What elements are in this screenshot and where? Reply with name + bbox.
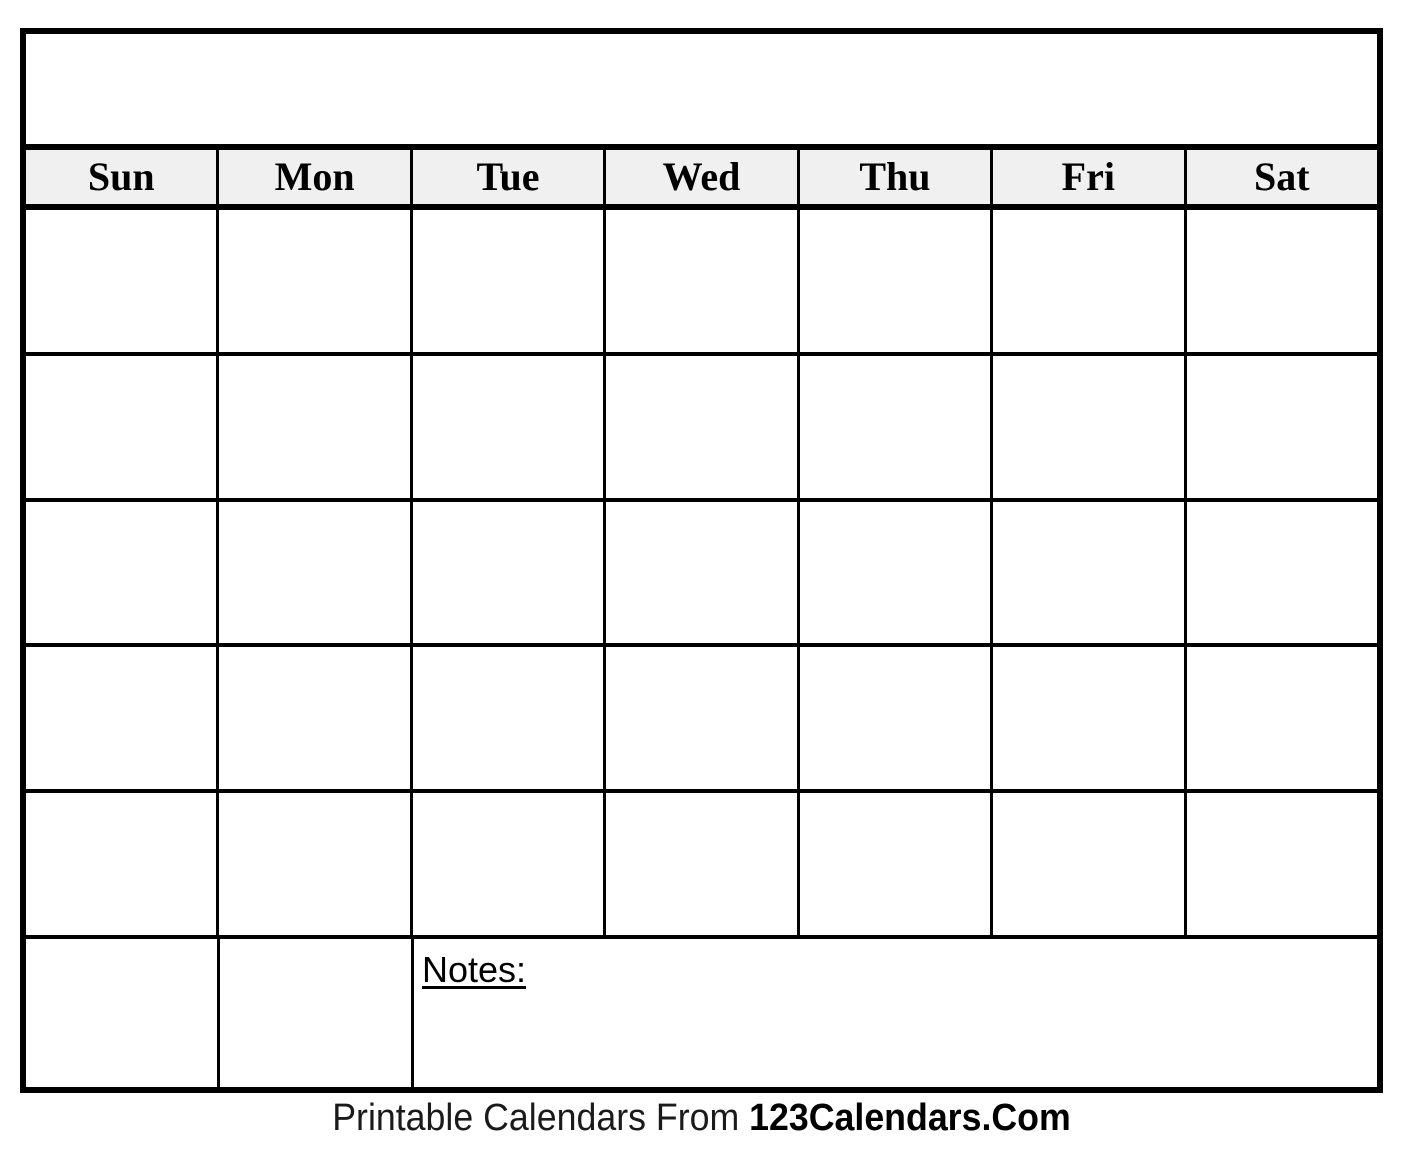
- day-cell[interactable]: [219, 501, 413, 644]
- day-cell[interactable]: [1186, 647, 1377, 790]
- day-cell[interactable]: [799, 647, 994, 790]
- notes-row: Notes:: [26, 938, 1377, 1087]
- day-cell[interactable]: [993, 647, 1187, 790]
- weekday-header-mon: Mon: [219, 150, 413, 204]
- day-cell[interactable]: [26, 647, 220, 790]
- weekday-header-row: Sun Mon Tue Wed Thu Fri Sat: [26, 150, 1377, 210]
- weekday-label: Fri: [1061, 154, 1115, 199]
- notes-area[interactable]: Notes:: [414, 938, 1377, 1087]
- weekday-header-fri: Fri: [993, 150, 1187, 204]
- notes-label: Notes:: [422, 948, 527, 990]
- calendar-page: Sun Mon Tue Wed Thu Fri Sat Notes: Print…: [0, 0, 1403, 1153]
- day-cell[interactable]: [1186, 210, 1377, 352]
- month-title-field[interactable]: [26, 34, 1377, 150]
- footer-prefix: Printable Calendars From: [332, 1097, 750, 1139]
- weekday-label: Sun: [87, 154, 155, 199]
- weekday-label: Wed: [662, 154, 741, 199]
- day-cell[interactable]: [606, 355, 800, 498]
- day-cell[interactable]: [799, 501, 994, 644]
- day-cell[interactable]: [26, 210, 220, 352]
- day-cell[interactable]: [1186, 501, 1377, 644]
- day-cell[interactable]: [219, 355, 413, 498]
- day-cell[interactable]: [412, 210, 607, 352]
- weekday-header-thu: Thu: [799, 150, 994, 204]
- weekday-header-sat: Sat: [1186, 150, 1377, 204]
- day-cell[interactable]: [220, 938, 414, 1087]
- weekday-header-sun: Sun: [26, 150, 220, 204]
- calendar-body: Notes:: [26, 210, 1377, 1087]
- day-cell[interactable]: [1186, 355, 1377, 498]
- day-cell[interactable]: [412, 793, 607, 935]
- day-cell[interactable]: [993, 793, 1187, 935]
- day-cell[interactable]: [26, 793, 220, 935]
- day-cell[interactable]: [606, 647, 800, 790]
- day-cell[interactable]: [219, 210, 413, 352]
- day-cell[interactable]: [26, 501, 220, 644]
- day-cell[interactable]: [412, 647, 607, 790]
- day-cell[interactable]: [993, 501, 1187, 644]
- day-cell[interactable]: [26, 938, 220, 1087]
- day-cell[interactable]: [219, 793, 413, 935]
- calendar-grid: Sun Mon Tue Wed Thu Fri Sat Notes:: [20, 28, 1383, 1093]
- weekday-header-tue: Tue: [412, 150, 607, 204]
- day-cell[interactable]: [799, 793, 994, 935]
- day-cell[interactable]: [26, 355, 220, 498]
- weekday-label: Sat: [1253, 154, 1310, 199]
- day-cell[interactable]: [799, 355, 994, 498]
- footer-brand: 123Calendars.Com: [749, 1097, 1071, 1139]
- weekday-label: Tue: [476, 154, 540, 199]
- weekday-label: Mon: [274, 154, 355, 199]
- day-cell[interactable]: [606, 501, 800, 644]
- day-cell[interactable]: [1186, 793, 1377, 935]
- weekday-header-wed: Wed: [606, 150, 800, 204]
- week-row: [26, 647, 1377, 794]
- day-cell[interactable]: [993, 355, 1187, 498]
- week-row: [26, 210, 1377, 356]
- weekday-label: Thu: [859, 154, 931, 199]
- day-cell[interactable]: [606, 793, 800, 935]
- day-cell[interactable]: [412, 355, 607, 498]
- day-cell[interactable]: [606, 210, 800, 352]
- day-cell[interactable]: [219, 647, 413, 790]
- week-row: [26, 793, 1377, 939]
- footer-credit: Printable Calendars From 123Calendars.Co…: [42, 1096, 1361, 1142]
- week-row: [26, 501, 1377, 648]
- week-row: [26, 355, 1377, 502]
- day-cell[interactable]: [412, 501, 607, 644]
- day-cell[interactable]: [799, 210, 994, 352]
- day-cell[interactable]: [993, 210, 1187, 352]
